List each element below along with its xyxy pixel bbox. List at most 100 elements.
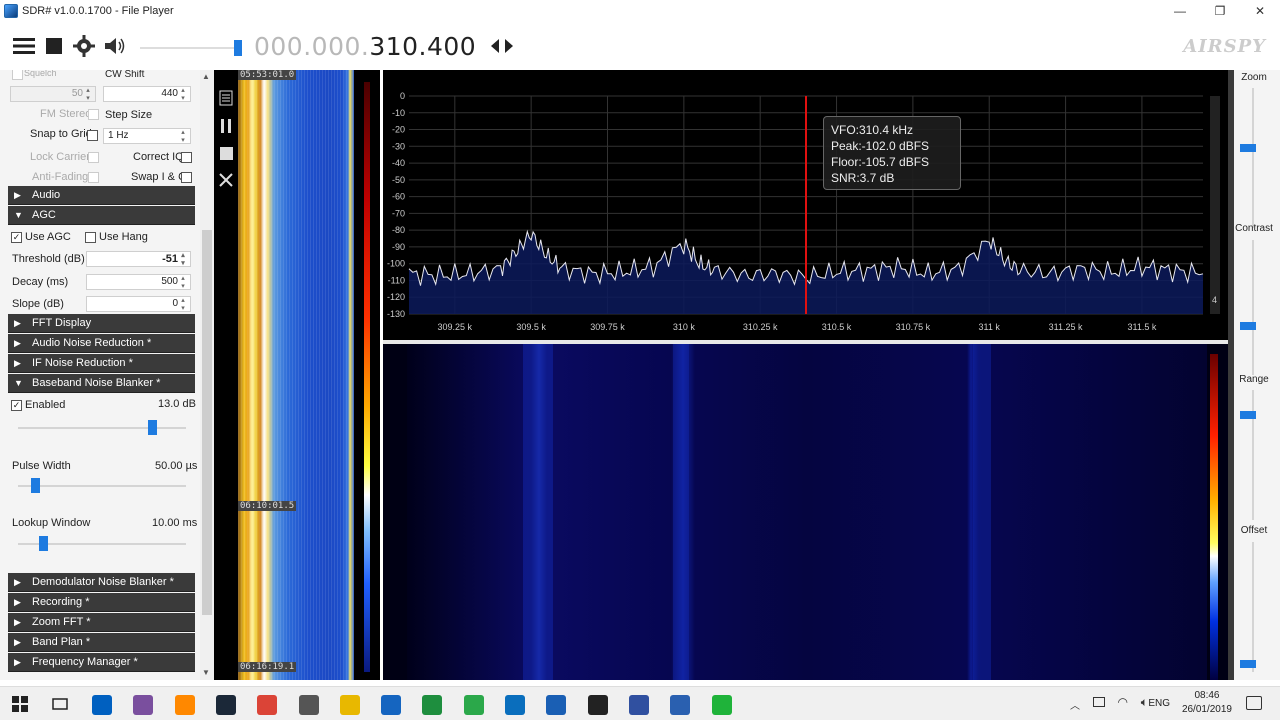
wifi-icon[interactable]: ◠ bbox=[1118, 695, 1128, 709]
squelch-checkbox[interactable] bbox=[12, 70, 23, 80]
vlc-icon[interactable] bbox=[174, 695, 195, 715]
snap-to-grid-checkbox[interactable] bbox=[87, 130, 98, 141]
notes-icon[interactable] bbox=[216, 88, 236, 108]
notepad-icon[interactable] bbox=[422, 695, 443, 715]
range-slider-thumb[interactable] bbox=[1240, 411, 1256, 419]
section-baseband-noise-blanker[interactable]: ▼ Baseband Noise Blanker * bbox=[8, 374, 195, 393]
pulse-width-value: 50.00 µs bbox=[155, 460, 198, 472]
calculator-icon[interactable] bbox=[298, 695, 319, 715]
onedrive-icon[interactable] bbox=[133, 695, 154, 715]
minimize-button[interactable]: — bbox=[1160, 0, 1200, 22]
stop-recording-icon[interactable] bbox=[216, 144, 236, 164]
task-view-icon[interactable] bbox=[52, 696, 68, 715]
section-recording[interactable]: ▶ Recording * bbox=[8, 593, 195, 612]
correct-iq-checkbox[interactable] bbox=[181, 152, 192, 163]
pulse-width-slider-thumb[interactable] bbox=[30, 478, 40, 493]
y-tick-label: -40 bbox=[392, 158, 405, 168]
tray-chevron-icon[interactable]: ︿ bbox=[1070, 697, 1080, 712]
monitor-icon[interactable] bbox=[546, 695, 567, 715]
scroll-down-icon[interactable]: ▼ bbox=[202, 668, 210, 677]
volume-slider-track[interactable] bbox=[140, 47, 240, 49]
nb-enabled-checkbox[interactable]: ✓ bbox=[11, 400, 22, 411]
section-if-noise-reduction[interactable]: ▶ IF Noise Reduction * bbox=[8, 354, 195, 373]
threshold-input[interactable]: -51 bbox=[86, 251, 191, 267]
offset-slider-thumb[interactable] bbox=[1240, 660, 1256, 668]
video-icon[interactable] bbox=[505, 695, 525, 715]
slope-input[interactable]: 0 bbox=[86, 296, 191, 312]
lock-carrier-checkbox[interactable] bbox=[88, 152, 99, 163]
nb-threshold-slider-thumb[interactable] bbox=[148, 420, 158, 435]
outlook-icon[interactable] bbox=[92, 695, 112, 715]
sdr-icon[interactable] bbox=[670, 695, 691, 715]
frequency-dim-digits[interactable]: 000.000. bbox=[254, 32, 369, 61]
speaker-icon[interactable] bbox=[102, 34, 126, 58]
y-tick-label: -120 bbox=[387, 292, 405, 302]
windows-start-icon[interactable] bbox=[12, 696, 28, 715]
section-audio-noise-reduction[interactable]: ▶ Audio Noise Reduction * bbox=[8, 334, 195, 353]
fm-stereo-checkbox[interactable] bbox=[88, 109, 99, 120]
green-app-icon[interactable] bbox=[711, 695, 732, 715]
stop-icon[interactable] bbox=[42, 34, 66, 58]
rec-icon[interactable] bbox=[587, 695, 608, 715]
squelch-input[interactable]: 50 bbox=[10, 86, 96, 102]
section-demodulator-noise-blanker[interactable]: ▶ Demodulator Noise Blanker * bbox=[8, 573, 195, 592]
decay-input[interactable]: 500 bbox=[86, 274, 191, 290]
nb-threshold-slider-track[interactable] bbox=[18, 427, 186, 429]
left-panel-scrollbar[interactable]: ▲ ▼ bbox=[200, 70, 214, 680]
tuning-arrows-icon[interactable] bbox=[490, 34, 514, 58]
battery-icon[interactable] bbox=[1093, 697, 1105, 707]
step-size-select[interactable]: 1 Hz bbox=[103, 128, 191, 144]
section-frequency-manager[interactable]: ▶ Frequency Manager * bbox=[8, 653, 195, 672]
close-button[interactable]: ✕ bbox=[1240, 0, 1280, 22]
section-audio[interactable]: ▶ Audio bbox=[8, 186, 195, 205]
x-tick-label: 309.5 k bbox=[516, 322, 546, 332]
chrome-icon[interactable] bbox=[257, 695, 278, 715]
frequency-display[interactable]: 000.000.310.400 bbox=[254, 32, 476, 61]
zoom-slider-thumb[interactable] bbox=[1240, 144, 1256, 152]
scroll-up-icon[interactable]: ▲ bbox=[202, 72, 210, 81]
use-hang-checkbox[interactable] bbox=[85, 232, 96, 243]
tools-icon[interactable] bbox=[216, 170, 236, 190]
slow-waterfall[interactable]: 05:53:01.0 06:10:01.5 06:16:19.1 bbox=[238, 70, 354, 680]
section-agc[interactable]: ▼ AGC bbox=[8, 206, 195, 225]
notification-icon[interactable] bbox=[1246, 696, 1262, 710]
volume-slider-thumb[interactable] bbox=[234, 40, 242, 56]
left-panel-scroll-thumb[interactable] bbox=[202, 230, 212, 615]
collapse-arrow-icon: ▼ bbox=[14, 210, 23, 220]
x-tick-label: 310.75 k bbox=[896, 322, 931, 332]
section-band-plan[interactable]: ▶ Band Plan * bbox=[8, 633, 195, 652]
clock-date: 26/01/2019 bbox=[1181, 704, 1232, 715]
pause-icon[interactable] bbox=[216, 116, 236, 136]
x-tick-label: 310 k bbox=[673, 322, 696, 332]
zoom-slider-track[interactable] bbox=[1252, 88, 1254, 228]
menu-icon[interactable] bbox=[12, 34, 36, 58]
file-explorer-icon[interactable] bbox=[339, 695, 360, 715]
steam-icon[interactable] bbox=[215, 695, 236, 715]
contrast-slider-track[interactable] bbox=[1252, 240, 1254, 375]
use-agc-checkbox[interactable]: ✓ bbox=[11, 232, 22, 243]
lookup-window-slider-thumb[interactable] bbox=[39, 536, 49, 551]
spectrum-analyzer[interactable]: 0 -10 -20 -30 -40 -50 -60 -70 -80 -90 -100 -110 -120… bbox=[383, 70, 1228, 340]
frequency-main-digits[interactable]: 310.400 bbox=[369, 32, 476, 61]
offset-slider-track[interactable] bbox=[1252, 542, 1254, 672]
spectrum-plot[interactable]: 0 -10 -20 -30 -40 -50 -60 -70 -80 -90 -100 -110 -120… bbox=[383, 70, 1228, 340]
globe-icon[interactable] bbox=[463, 695, 484, 715]
restore-button[interactable]: ❐ bbox=[1200, 0, 1240, 22]
swap-iq-checkbox[interactable] bbox=[181, 172, 192, 183]
section-zoom-fft[interactable]: ▶ Zoom FFT * bbox=[8, 613, 195, 632]
contrast-slider-thumb[interactable] bbox=[1240, 322, 1256, 330]
gear-icon[interactable] bbox=[72, 34, 96, 58]
language-indicator[interactable]: ENG bbox=[1148, 698, 1170, 709]
anti-fading-checkbox[interactable] bbox=[88, 172, 99, 183]
pulse-width-slider-track[interactable] bbox=[18, 485, 186, 487]
pb3-icon[interactable] bbox=[628, 695, 649, 715]
waterfall-image bbox=[407, 344, 1207, 680]
volume-tray-icon[interactable]: 🔈︎ bbox=[1141, 695, 1148, 710]
remote-desktop-icon[interactable] bbox=[381, 695, 402, 715]
taskbar-clock[interactable]: 08:46 26/01/2019 bbox=[1182, 689, 1232, 717]
contrast-label: Contrast bbox=[1235, 223, 1273, 234]
section-fft-display[interactable]: ▶ FFT Display bbox=[8, 314, 195, 333]
range-slider-track[interactable] bbox=[1252, 390, 1254, 520]
cw-shift-input[interactable]: 440 bbox=[103, 86, 191, 102]
waterfall-display[interactable] bbox=[383, 344, 1228, 680]
